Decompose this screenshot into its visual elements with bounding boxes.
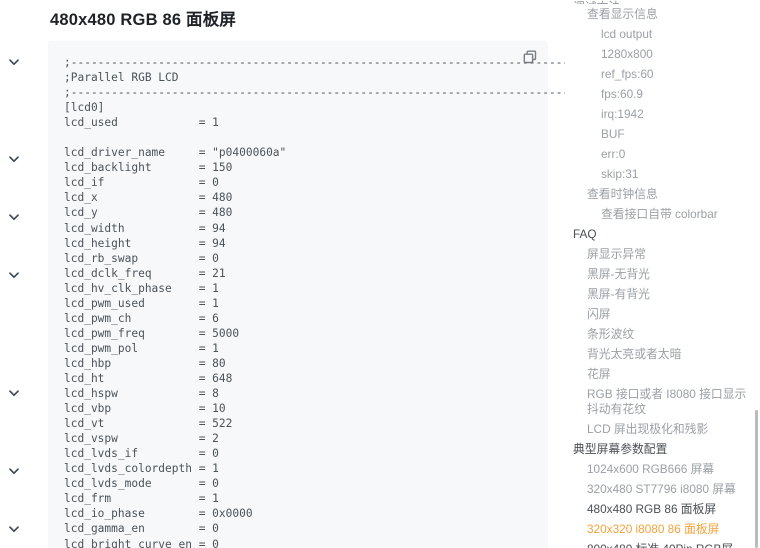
right-scrollbar-thumb[interactable] xyxy=(755,410,758,548)
nav-item[interactable]: 320x480 ST7796 i8080 屏幕 xyxy=(565,479,760,499)
nav-item[interactable]: 闪屏 xyxy=(565,304,760,324)
chevron-down-icon[interactable] xyxy=(7,210,21,224)
nav-item[interactable]: FAQ xyxy=(565,224,760,244)
chevron-down-icon[interactable] xyxy=(7,522,21,536)
on-this-page-nav: 调试方法查看显示信息lcd output1280x800ref_fps:60fp… xyxy=(565,0,760,548)
nav-item[interactable]: err:0 xyxy=(565,144,760,164)
nav-item[interactable]: 480x480 RGB 86 面板屏 xyxy=(565,499,760,519)
nav-list: 调试方法查看显示信息lcd output1280x800ref_fps:60fp… xyxy=(565,0,760,548)
nav-item[interactable]: 查看显示信息 xyxy=(565,4,760,24)
nav-item[interactable]: 背光太亮或者太暗 xyxy=(565,344,760,364)
nav-item[interactable]: lcd output xyxy=(565,24,760,44)
page-root: 480x480 RGB 86 面板屏 ;--------------------… xyxy=(0,0,760,548)
nav-item[interactable]: 1024x600 RGB666 屏幕 xyxy=(565,459,760,479)
nav-item[interactable]: 屏显示异常 xyxy=(565,244,760,264)
code-block: ;---------------------------------------… xyxy=(48,41,565,548)
chevron-down-icon[interactable] xyxy=(7,152,21,166)
nav-item[interactable]: 黑屏-无背光 xyxy=(565,264,760,284)
nav-item[interactable]: BUF xyxy=(565,124,760,144)
nav-item[interactable]: irq:1942 xyxy=(565,104,760,124)
nav-item[interactable]: 黑屏-有背光 xyxy=(565,284,760,304)
copy-icon[interactable] xyxy=(520,47,540,67)
page-title: 480x480 RGB 86 面板屏 xyxy=(50,11,237,29)
chevron-down-icon[interactable] xyxy=(7,55,21,69)
left-toc-rail xyxy=(0,0,49,548)
chevron-down-icon[interactable] xyxy=(7,386,21,400)
chevron-down-icon[interactable] xyxy=(7,464,21,478)
nav-item[interactable]: LCD 屏出现极化和残影 xyxy=(565,419,760,439)
nav-item[interactable]: ref_fps:60 xyxy=(565,64,760,84)
nav-item[interactable]: 320x320 i8080 86 面板屏 xyxy=(565,519,760,539)
code-content: ;---------------------------------------… xyxy=(64,56,565,548)
left-scrollbar-track[interactable] xyxy=(23,28,49,548)
nav-item[interactable]: skip:31 xyxy=(565,164,760,184)
chevron-down-icon[interactable] xyxy=(7,268,21,282)
nav-item[interactable]: 查看接口自带 colorbar xyxy=(565,204,760,224)
main-content: 480x480 RGB 86 面板屏 ;--------------------… xyxy=(40,0,565,548)
nav-item[interactable]: 1280x800 xyxy=(565,44,760,64)
nav-item[interactable]: RGB 接口或者 I8080 接口显示抖动有花纹 xyxy=(565,384,760,419)
nav-item[interactable]: 查看时钟信息 xyxy=(565,184,760,204)
nav-item[interactable]: 条形波纹 xyxy=(565,324,760,344)
nav-item[interactable]: 典型屏幕参数配置 xyxy=(565,439,760,459)
nav-item[interactable]: 800x480 标准 40Pin RGB屏 xyxy=(565,539,760,548)
nav-item[interactable]: 花屏 xyxy=(565,364,760,384)
nav-item[interactable]: fps:60.9 xyxy=(565,84,760,104)
